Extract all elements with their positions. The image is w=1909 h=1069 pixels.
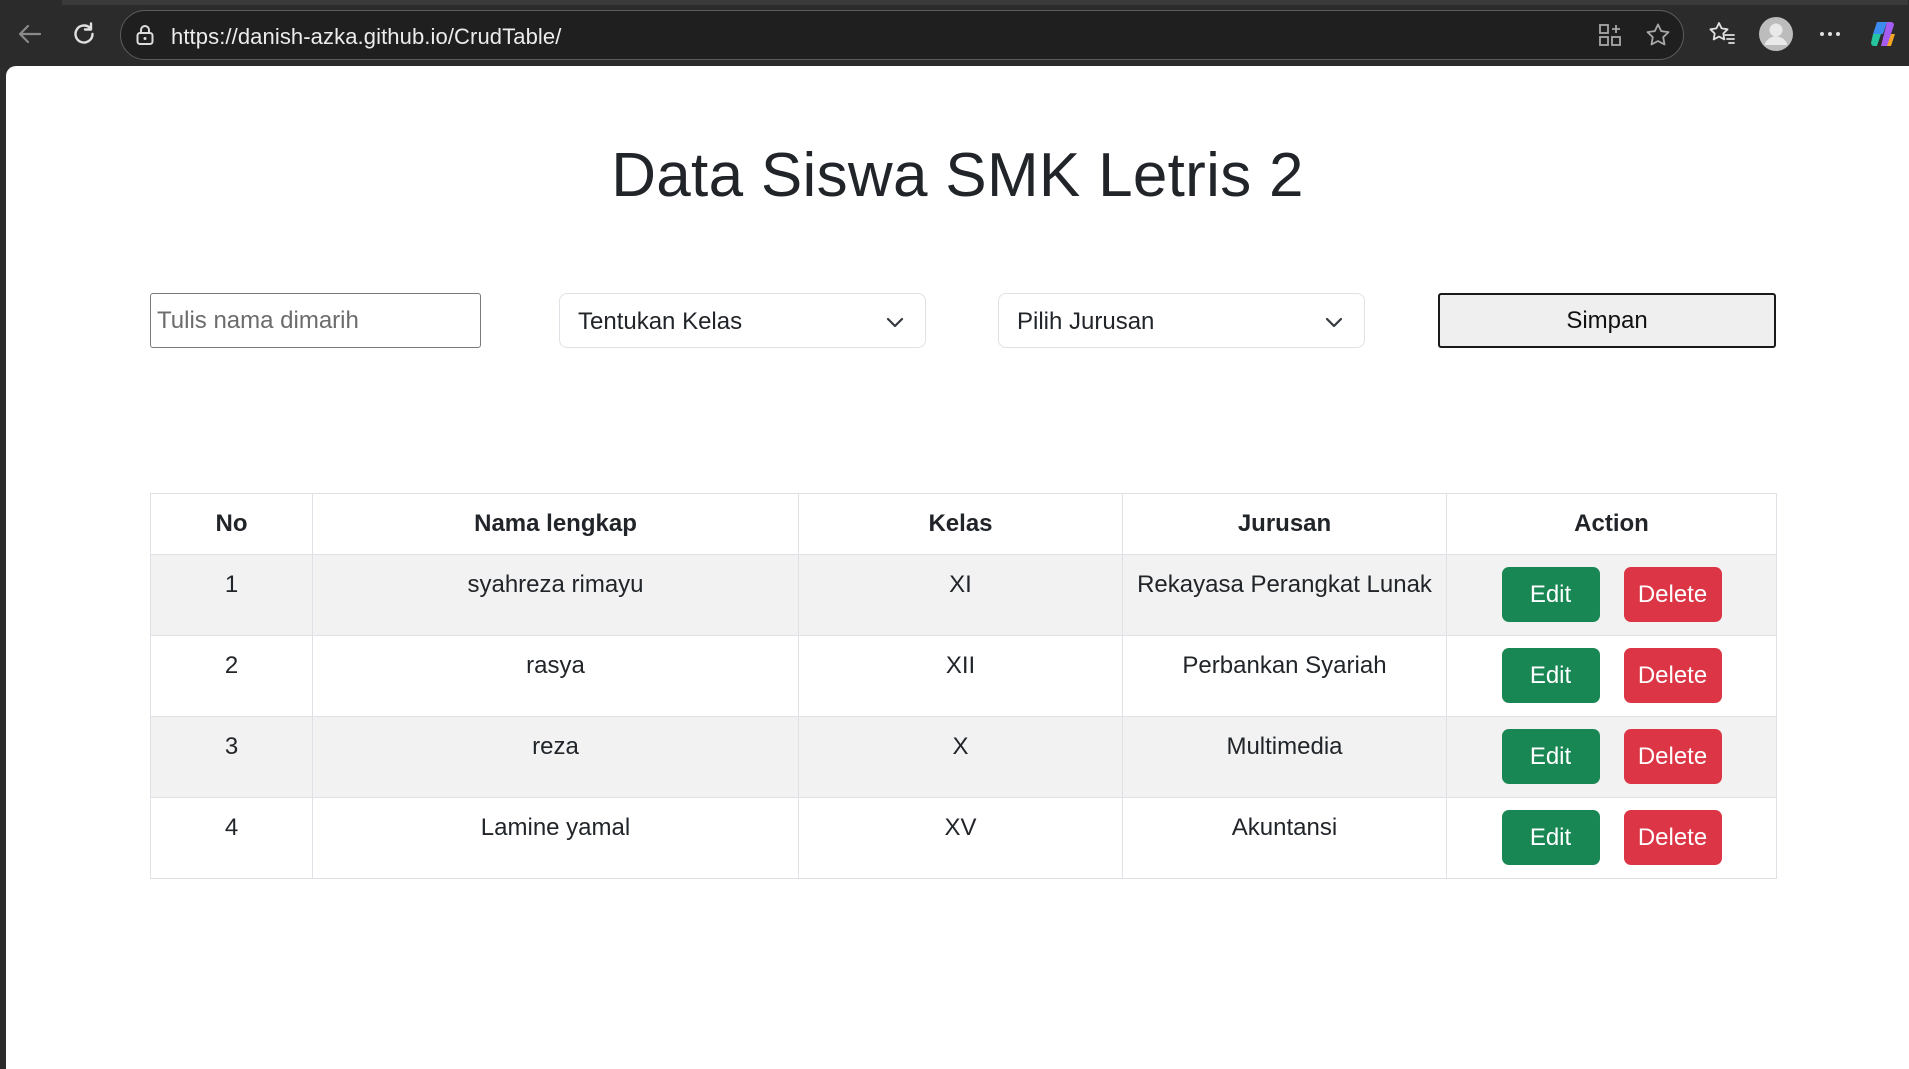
- table-row: 4 Lamine yamal XV Akuntansi Edit Delete: [150, 797, 1777, 879]
- cell-kelas: X: [798, 716, 1123, 798]
- tab-strip: [62, 0, 1908, 5]
- jurusan-select[interactable]: Pilih Jurusan: [998, 293, 1365, 348]
- copilot-icon[interactable]: [1864, 14, 1904, 54]
- cell-no: 2: [150, 635, 313, 717]
- delete-button[interactable]: Delete: [1623, 810, 1722, 865]
- favorites-icon[interactable]: [1702, 14, 1742, 54]
- cell-jurusan: Rekayasa Perangkat Lunak: [1122, 554, 1447, 636]
- header-nama: Nama lengkap: [312, 493, 799, 555]
- chevron-down-icon: [885, 312, 905, 337]
- cell-kelas: XI: [798, 554, 1123, 636]
- chevron-down-icon: [1324, 312, 1344, 337]
- add-app-icon[interactable]: [1597, 22, 1623, 53]
- delete-button[interactable]: Delete: [1623, 648, 1722, 703]
- lock-icon[interactable]: [133, 23, 157, 52]
- cell-action: Edit Delete: [1446, 716, 1777, 798]
- cell-nama: Lamine yamal: [312, 797, 799, 879]
- header-jurusan: Jurusan: [1122, 493, 1447, 555]
- cell-action: Edit Delete: [1446, 554, 1777, 636]
- browser-toolbar: https://danish-azka.github.io/CrudTable/: [0, 0, 1909, 66]
- edit-button[interactable]: Edit: [1501, 729, 1600, 784]
- header-kelas: Kelas: [798, 493, 1123, 555]
- cell-no: 3: [150, 716, 313, 798]
- cell-nama: reza: [312, 716, 799, 798]
- refresh-icon[interactable]: [64, 14, 104, 54]
- back-arrow-icon[interactable]: [10, 14, 50, 54]
- table-row: 3 reza X Multimedia Edit Delete: [150, 716, 1777, 798]
- name-input[interactable]: [150, 293, 481, 348]
- cell-action: Edit Delete: [1446, 635, 1777, 717]
- profile-icon[interactable]: [1756, 14, 1796, 54]
- table-header-row: No Nama lengkap Kelas Jurusan Action: [150, 493, 1777, 555]
- edit-button[interactable]: Edit: [1501, 567, 1600, 622]
- edit-button[interactable]: Edit: [1501, 810, 1600, 865]
- table-row: 1 syahreza rimayu XI Rekayasa Perangkat …: [150, 554, 1777, 636]
- page-title: Data Siswa SMK Letris 2: [611, 141, 1304, 210]
- cell-no: 1: [150, 554, 313, 636]
- cell-nama: rasya: [312, 635, 799, 717]
- cell-kelas: XII: [798, 635, 1123, 717]
- cell-no: 4: [150, 797, 313, 879]
- table-row: 2 rasya XII Perbankan Syariah Edit Delete: [150, 635, 1777, 717]
- kelas-select-value: Tentukan Kelas: [578, 308, 743, 335]
- save-button[interactable]: Simpan: [1438, 293, 1776, 348]
- address-bar[interactable]: https://danish-azka.github.io/CrudTable/: [120, 10, 1684, 60]
- jurusan-select-value: Pilih Jurusan: [1017, 308, 1155, 335]
- kelas-select[interactable]: Tentukan Kelas: [559, 293, 926, 348]
- cell-action: Edit Delete: [1446, 797, 1777, 879]
- more-icon[interactable]: [1810, 14, 1850, 54]
- cell-jurusan: Akuntansi: [1122, 797, 1447, 879]
- cell-jurusan: Multimedia: [1122, 716, 1447, 798]
- header-no: No: [150, 493, 313, 555]
- cell-jurusan: Perbankan Syariah: [1122, 635, 1447, 717]
- header-action: Action: [1446, 493, 1777, 555]
- cell-nama: syahreza rimayu: [312, 554, 799, 636]
- url-text[interactable]: https://danish-azka.github.io/CrudTable/: [171, 24, 561, 50]
- delete-button[interactable]: Delete: [1623, 729, 1722, 784]
- page-viewport: Data Siswa SMK Letris 2 Tentukan Kelas P…: [6, 66, 1909, 1069]
- students-table: No Nama lengkap Kelas Jurusan Action 1 s…: [150, 493, 1777, 879]
- edit-button[interactable]: Edit: [1501, 648, 1600, 703]
- delete-button[interactable]: Delete: [1623, 567, 1722, 622]
- cell-kelas: XV: [798, 797, 1123, 879]
- favorite-star-icon[interactable]: [1645, 22, 1671, 53]
